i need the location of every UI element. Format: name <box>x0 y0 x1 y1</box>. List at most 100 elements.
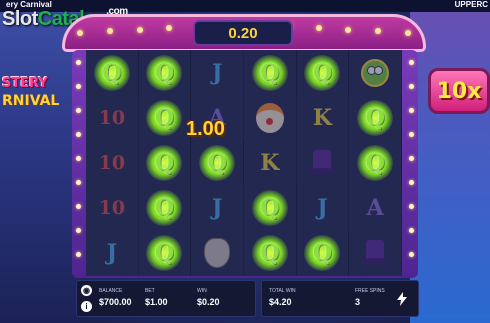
reel-symbol: 10 <box>86 185 139 231</box>
symbol-letter: 10 <box>98 197 126 220</box>
light-bulb <box>409 180 414 185</box>
light-bulb <box>76 252 81 257</box>
light-bulb <box>136 26 143 33</box>
reel-symbol <box>349 50 402 96</box>
light-bulb <box>409 252 414 257</box>
symbol-letter: Q <box>154 240 175 267</box>
symbol-letter: Q <box>312 240 333 267</box>
reel-symbol <box>349 230 402 276</box>
light-bulb <box>409 156 414 161</box>
reel-symbol: Q <box>244 50 297 96</box>
hud-right-panel: TOTAL WIN $4.20 FREE SPINS 3 <box>261 280 419 317</box>
reel-symbol <box>191 230 244 276</box>
hud-left-panel: ◉ i BALANCE $700.00 BET $1.00 WIN $0.20 <box>76 280 256 317</box>
reel-symbol: J <box>86 230 139 276</box>
light-bulb <box>409 84 414 89</box>
reel-symbol <box>297 140 350 186</box>
symbol-letter: Q <box>260 195 280 222</box>
reel-symbol: 10 <box>86 95 139 141</box>
win-value: $0.20 <box>197 297 220 307</box>
light-bulb <box>345 26 352 33</box>
reel-symbol: Q <box>349 140 402 186</box>
reel-grid: Q Q J Q Q 10 Q A K Q 10 Q Q K Q 10 Q J Q J A J Q Q Q <box>86 50 402 276</box>
symbol-letter: Q <box>154 59 175 86</box>
reel-symbol: 10 <box>86 140 139 186</box>
light-bulb <box>106 28 113 35</box>
light-bulb <box>166 25 173 32</box>
light-bulb <box>76 204 81 209</box>
light-bulb <box>315 25 322 32</box>
bet-label: BET <box>145 288 155 294</box>
symbol-letter: Q <box>365 149 385 176</box>
symbol-letter: J <box>211 59 223 86</box>
win-amount-overlay: 1.00 <box>186 118 225 140</box>
reel-symbol: Q <box>297 230 350 276</box>
reel-symbol: K <box>244 140 297 186</box>
symbol-letter: K <box>260 149 280 176</box>
light-bulb <box>76 108 81 113</box>
light-bulb <box>409 132 414 137</box>
symbol-letter: J <box>211 195 223 222</box>
symbol-letter: Q <box>365 104 385 131</box>
speaker-icon[interactable]: ◉ <box>81 285 92 296</box>
game-logo: STERY RNIVAL <box>2 76 62 109</box>
reel-symbol: Q <box>139 140 192 186</box>
light-bulb <box>405 30 411 36</box>
mask-symbol-icon <box>204 238 231 269</box>
symbol-letter: Q <box>154 195 175 222</box>
reel-symbol: J <box>191 50 244 96</box>
lightning-icon[interactable] <box>396 292 408 306</box>
clown-symbol-icon <box>255 102 284 133</box>
balance-value: $700.00 <box>99 297 132 307</box>
light-bulb <box>76 84 81 89</box>
light-bulb <box>76 156 81 161</box>
symbol-letter: Q <box>102 59 122 86</box>
multiplier-badge: 10x <box>428 68 490 114</box>
light-bulb <box>409 108 414 113</box>
reel-symbol: Q <box>297 50 350 96</box>
win-label: WIN <box>197 288 207 294</box>
symbol-letter: Q <box>207 149 227 176</box>
symbol-letter: 10 <box>98 106 126 129</box>
light-bulb <box>409 228 414 233</box>
reel-symbol: Q <box>139 230 192 276</box>
free-spins-value: 3 <box>355 297 361 307</box>
win-display: 0.20 <box>193 20 293 46</box>
reel-symbol: Q <box>191 140 244 186</box>
symbol-letter: Q <box>312 59 333 86</box>
logo-line1: STERY <box>2 76 48 91</box>
bet-value: $1.00 <box>145 297 168 307</box>
reel-symbol: A <box>349 185 402 231</box>
symbol-letter: Q <box>260 59 280 86</box>
balance-label: BALANCE <box>99 288 123 294</box>
light-bulb <box>409 60 414 65</box>
light-bulb <box>375 28 382 35</box>
symbol-letter: K <box>312 104 333 131</box>
reel-symbol: Q <box>244 185 297 231</box>
symbol-letter: 10 <box>98 151 126 174</box>
symbol-letter: Q <box>260 240 280 267</box>
free-spins-label: FREE SPINS <box>355 288 385 294</box>
symbol-letter: Q <box>154 149 175 176</box>
symbol-letter: A <box>366 195 384 222</box>
symbol-letter: J <box>106 240 118 267</box>
reel-symbol: K <box>297 95 350 141</box>
light-bulb <box>76 60 81 65</box>
total-win-value: $4.20 <box>269 297 292 307</box>
reel-symbol <box>244 95 297 141</box>
reel-symbol: J <box>297 185 350 231</box>
light-bulb <box>409 204 414 209</box>
reel-symbol: Q <box>244 230 297 276</box>
reel-symbol: Q <box>349 95 402 141</box>
info-icon[interactable]: i <box>81 301 92 312</box>
reel-symbol: J <box>191 185 244 231</box>
symbol-letter: Q <box>154 104 175 131</box>
reel-symbol: Q <box>86 50 139 96</box>
reel-symbol: Q <box>139 185 192 231</box>
total-win-label: TOTAL WIN <box>269 288 296 294</box>
frog-symbol-icon <box>361 58 390 87</box>
light-bulb <box>76 180 81 185</box>
top-right-text: UPPERC <box>454 0 488 9</box>
watermark-slot: Slot <box>2 8 38 30</box>
light-bulb <box>76 132 81 137</box>
